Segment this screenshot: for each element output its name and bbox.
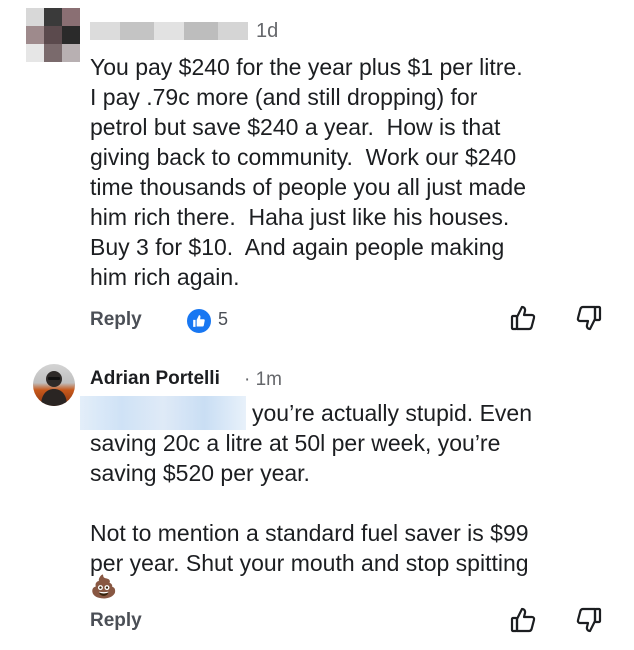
thumbs-up-icon[interactable] xyxy=(508,605,538,635)
comment-text: saving 20c a litre at 50l per week, you’… xyxy=(90,430,529,576)
thumbs-down-icon[interactable] xyxy=(574,605,604,635)
commenter-name-blurred[interactable] xyxy=(90,22,248,42)
reply-button[interactable]: Reply xyxy=(90,309,142,331)
comment-text-first-line: you’re actually stupid. Even xyxy=(252,400,532,426)
commenter-avatar-blurred[interactable] xyxy=(26,8,80,62)
reply-button[interactable]: Reply xyxy=(90,610,142,632)
like-badge-icon[interactable] xyxy=(186,308,212,334)
thumbs-up-icon[interactable] xyxy=(508,303,538,333)
poop-emoji-icon: 💩 xyxy=(90,574,118,599)
thumbs-down-icon[interactable] xyxy=(574,303,604,333)
author-avatar[interactable] xyxy=(33,364,75,406)
mentioned-user-blurred[interactable] xyxy=(80,396,246,430)
comment-timestamp[interactable]: · 1m xyxy=(244,369,282,391)
comment-timestamp[interactable]: 1d xyxy=(256,20,278,43)
like-count: 5 xyxy=(218,309,229,329)
comment-text: You pay $240 for the year plus $1 per li… xyxy=(90,54,526,290)
comment-author-name[interactable]: Adrian Portelli xyxy=(90,368,220,390)
